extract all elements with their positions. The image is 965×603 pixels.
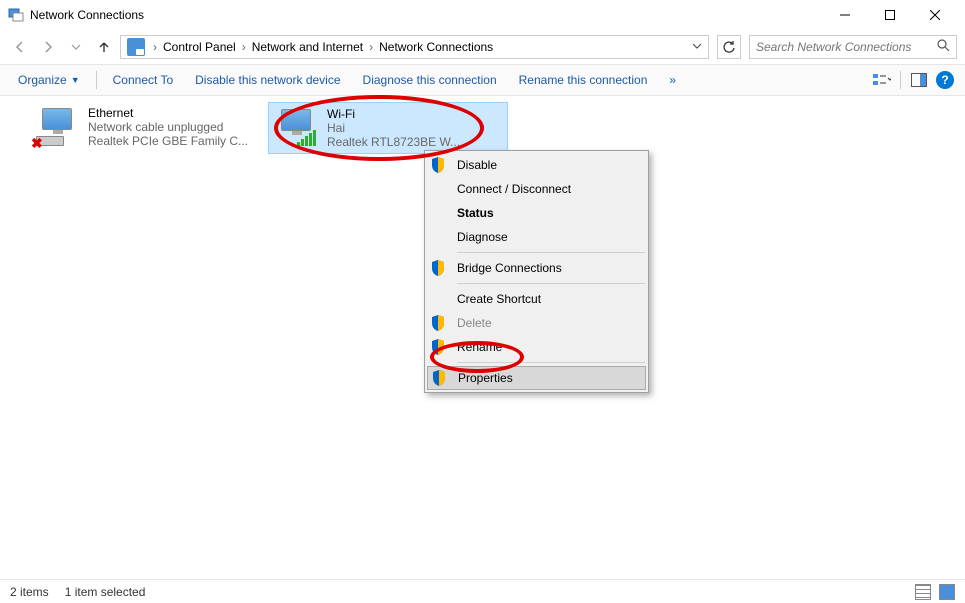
ctx-create-shortcut[interactable]: Create Shortcut (427, 287, 646, 311)
chevron-right-icon[interactable]: › (365, 40, 377, 54)
menu-separator (457, 283, 645, 284)
menu-separator (457, 252, 645, 253)
ctx-rename[interactable]: Rename (427, 335, 646, 359)
adapter-status: Hai (327, 121, 460, 135)
ctx-delete: Delete (427, 311, 646, 335)
organize-button[interactable]: Organize▼ (8, 69, 90, 91)
overflow-button[interactable]: » (659, 69, 686, 91)
ethernet-icon: ✖ (34, 106, 82, 148)
adapter-status: Network cable unplugged (88, 120, 248, 134)
search-icon (937, 39, 950, 55)
close-button[interactable] (912, 0, 957, 30)
signal-bars-icon (297, 130, 316, 146)
back-button[interactable] (8, 35, 32, 59)
maximize-button[interactable] (867, 0, 912, 30)
titlebar: Network Connections (0, 0, 965, 30)
rename-button[interactable]: Rename this connection (509, 69, 658, 91)
breadcrumb-network-internet[interactable]: Network and Internet (250, 40, 365, 54)
disable-device-button[interactable]: Disable this network device (185, 69, 350, 91)
adapter-wifi[interactable]: Wi-Fi Hai Realtek RTL8723BE W... (268, 102, 508, 154)
status-bar: 2 items 1 item selected (0, 579, 965, 603)
shield-icon (431, 157, 447, 173)
shield-icon (431, 339, 447, 355)
refresh-button[interactable] (717, 35, 741, 59)
ctx-connect-disconnect[interactable]: Connect / Disconnect (427, 177, 646, 201)
chevron-right-icon[interactable]: › (149, 40, 161, 54)
ctx-disable[interactable]: Disable (427, 153, 646, 177)
recent-dropdown[interactable] (64, 35, 88, 59)
adapter-device: Realtek RTL8723BE W... (327, 135, 460, 149)
shield-icon (431, 260, 447, 276)
shield-icon (432, 370, 448, 386)
window-controls (822, 0, 957, 30)
ctx-diagnose[interactable]: Diagnose (427, 225, 646, 249)
help-icon: ? (936, 71, 954, 89)
adapter-name: Ethernet (88, 106, 248, 120)
error-x-icon: ✖ (31, 135, 43, 152)
forward-button[interactable] (36, 35, 60, 59)
address-bar[interactable]: › Control Panel › Network and Internet ›… (120, 35, 709, 59)
context-menu: Disable Connect / Disconnect Status Diag… (424, 150, 649, 393)
adapter-ethernet[interactable]: ✖ Ethernet Network cable unplugged Realt… (30, 102, 270, 152)
help-button[interactable]: ? (933, 68, 957, 92)
shield-icon (431, 315, 447, 331)
toolbar: Organize▼ Connect To Disable this networ… (0, 64, 965, 96)
address-dropdown[interactable] (688, 40, 706, 54)
ctx-bridge[interactable]: Bridge Connections (427, 256, 646, 280)
address-bar-row: › Control Panel › Network and Internet ›… (0, 30, 965, 64)
wifi-icon (273, 107, 321, 149)
status-selected-count: 1 item selected (65, 585, 146, 599)
adapter-info: Wi-Fi Hai Realtek RTL8723BE W... (321, 107, 460, 149)
adapter-name: Wi-Fi (327, 107, 460, 121)
app-icon (8, 7, 24, 23)
details-view-icon[interactable] (915, 584, 931, 600)
breadcrumb-control-panel[interactable]: Control Panel (161, 40, 238, 54)
view-mode-icons (915, 584, 955, 600)
window-title: Network Connections (30, 8, 822, 22)
breadcrumb-network-connections[interactable]: Network Connections (377, 40, 495, 54)
minimize-button[interactable] (822, 0, 867, 30)
view-options-button[interactable] (870, 68, 894, 92)
adapter-info: Ethernet Network cable unplugged Realtek… (82, 106, 248, 148)
connect-to-button[interactable]: Connect To (103, 69, 184, 91)
search-box[interactable] (749, 35, 957, 59)
diagnose-button[interactable]: Diagnose this connection (353, 69, 507, 91)
up-button[interactable] (92, 35, 116, 59)
separator (900, 71, 901, 89)
separator (96, 71, 97, 89)
ctx-status[interactable]: Status (427, 201, 646, 225)
preview-pane-button[interactable] (907, 68, 931, 92)
chevron-right-icon[interactable]: › (238, 40, 250, 54)
adapter-device: Realtek PCIe GBE Family C... (88, 134, 248, 148)
location-icon (127, 38, 145, 56)
status-item-count: 2 items (10, 585, 49, 599)
menu-separator (457, 362, 645, 363)
search-input[interactable] (756, 40, 937, 54)
ctx-properties[interactable]: Properties (427, 366, 646, 390)
large-icons-view-icon[interactable] (939, 584, 955, 600)
